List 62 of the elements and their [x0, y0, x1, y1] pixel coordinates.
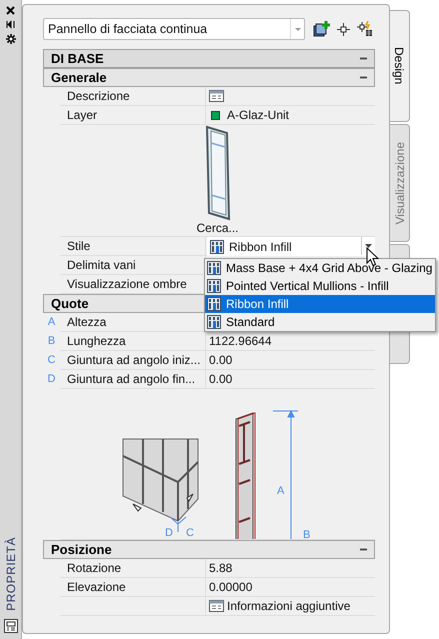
auto-hide-icon[interactable] [6, 20, 15, 29]
close-icon[interactable] [6, 6, 15, 15]
section-title: Quote [51, 294, 89, 313]
section-header[interactable]: DI BASE [43, 49, 375, 68]
style-preview[interactable]: Cerca... [60, 125, 375, 237]
section-header[interactable]: Posizione [43, 540, 375, 559]
grid-icon [207, 279, 221, 293]
property-label: Altezza [60, 313, 206, 332]
grid-icon [207, 315, 221, 329]
list-icon [209, 90, 224, 102]
collapse-icon[interactable] [360, 55, 367, 62]
list-icon [209, 600, 224, 612]
pick-point-icon[interactable] [337, 22, 350, 36]
property-label: Lunghezza [60, 332, 206, 351]
quick-select-icon[interactable] [357, 21, 373, 37]
property-label: Elevazione [60, 578, 206, 597]
dimension-marker: D [48, 372, 56, 388]
property-label: Stile [60, 237, 206, 256]
dimension-label: C [186, 527, 194, 539]
dimension-marker: B [48, 334, 56, 350]
details-button[interactable] [209, 90, 224, 102]
caret-icon [365, 244, 372, 248]
section-title: Generale [51, 68, 107, 87]
details-button[interactable]: Informazioni aggiuntive [209, 597, 350, 615]
collapse-icon[interactable] [360, 546, 367, 553]
property-value: 0.00000 [209, 579, 252, 596]
property-label: Delimita vani [60, 256, 206, 275]
property-label: Layer [60, 106, 206, 125]
property-value: 5.88 [209, 560, 232, 577]
section-title: DI BASE [51, 50, 104, 68]
section-header[interactable]: Generale [43, 68, 375, 87]
dimension-marker: C [48, 353, 56, 368]
dimension-label: A [276, 485, 284, 497]
select-objects-icon[interactable] [313, 20, 330, 38]
object-select[interactable]: Pannello di facciata continua [43, 18, 305, 40]
grid-icon [207, 297, 221, 311]
property-value: 0.00 [209, 371, 232, 388]
select-value: Ribbon Infill [229, 238, 292, 256]
preview-caption: Cerca... [196, 221, 238, 235]
dropdown-option[interactable]: Standard [205, 313, 435, 331]
grid-icon [210, 240, 224, 254]
settings-icon[interactable] [6, 34, 16, 44]
caret-icon [294, 28, 300, 30]
dimension-label: B [302, 529, 310, 539]
dimension-label: D [164, 527, 172, 539]
dropdown-option[interactable]: Pointed Vertical Mullions - Infill [205, 277, 435, 295]
property-label: Rotazione [60, 559, 206, 578]
dropdown-option[interactable]: Ribbon Infill [205, 295, 435, 313]
property-value: A-Glaz-Unit [227, 107, 290, 124]
collapse-icon[interactable] [360, 74, 367, 81]
dropdown-option[interactable]: Mass Base + 4x4 Grid Above - Glazing [205, 259, 435, 277]
grid-icon [207, 261, 221, 275]
property-value: 0.00 [209, 352, 232, 369]
properties-icon[interactable] [4, 619, 18, 633]
property-label: Descrizione [60, 87, 206, 106]
property-value: 1122.96644 [209, 333, 272, 350]
palette-title: PROPRIETÀ [2, 537, 18, 611]
dimension-marker: A [48, 315, 56, 330]
side-tab[interactable]: Design [389, 10, 410, 122]
property-label: Giuntura ad angolo iniz... [60, 351, 206, 370]
section-title: Posizione [51, 540, 112, 559]
property-label: Giuntura ad angolo fin... [60, 370, 206, 389]
